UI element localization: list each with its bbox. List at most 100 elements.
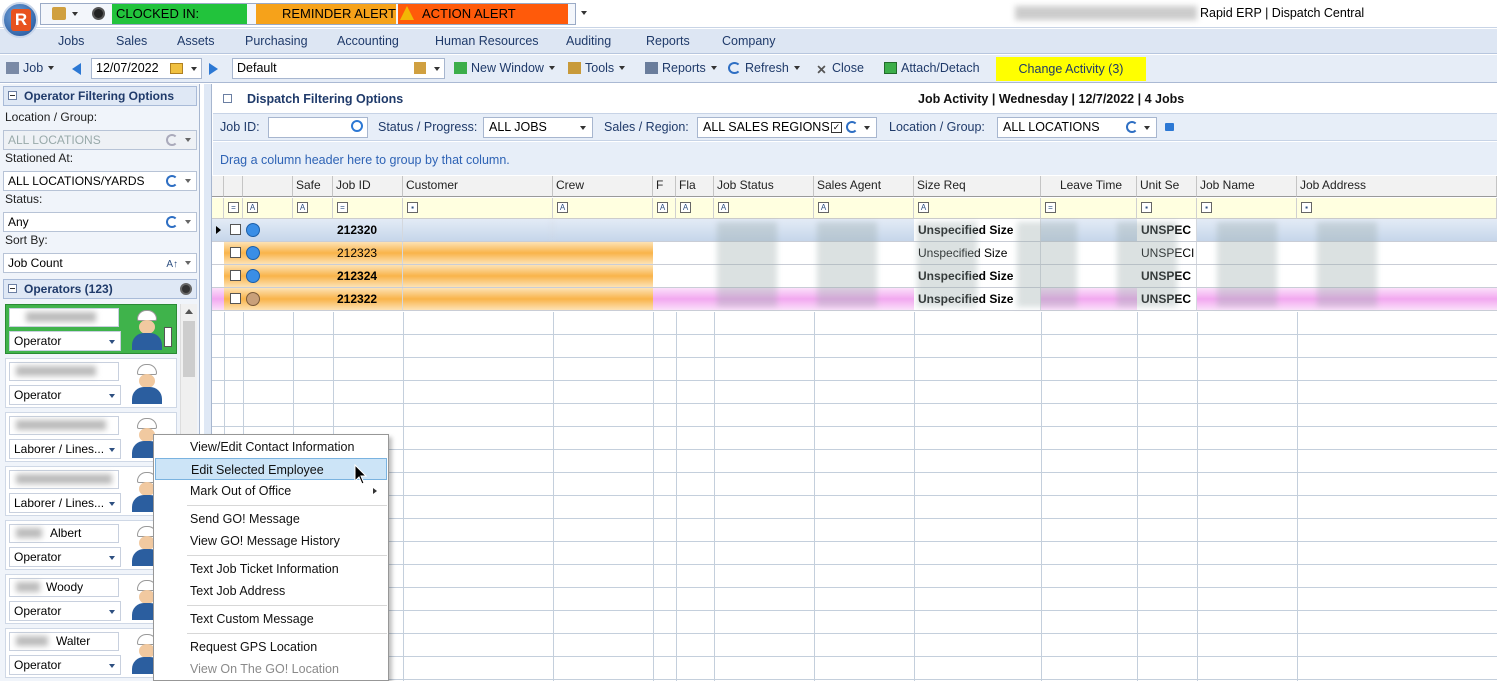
next-day-icon[interactable] <box>209 63 218 75</box>
menu-human-resources[interactable]: Human Resources <box>435 34 539 48</box>
collapse-icon[interactable] <box>8 284 17 293</box>
scroll-up-icon[interactable] <box>185 309 193 314</box>
scrollbar-thumb[interactable] <box>183 321 195 377</box>
menu-text-job-address[interactable]: Text Job Address <box>155 580 387 602</box>
row-checkbox[interactable] <box>230 247 241 258</box>
calendar-icon[interactable] <box>170 63 183 74</box>
menu-purchasing[interactable]: Purchasing <box>245 34 308 48</box>
tools-quick-icon[interactable] <box>52 7 66 20</box>
job-menu-button[interactable]: Job <box>6 61 55 75</box>
menu-accounting[interactable]: Accounting <box>337 34 399 48</box>
column-header-job-id[interactable]: Job ID <box>333 176 403 197</box>
operator-card[interactable]: Laborer / Lines... <box>5 466 177 516</box>
filter-cell[interactable]: = <box>333 198 403 219</box>
stationed-at-select[interactable]: ALL LOCATIONS/YARDS <box>3 171 197 191</box>
filter-cell[interactable]: A <box>676 198 714 219</box>
row-checkbox[interactable] <box>230 293 241 304</box>
column-header-f[interactable]: F <box>653 176 676 197</box>
menu-text-job-ticket[interactable]: Text Job Ticket Information <box>155 558 387 580</box>
operator-card[interactable]: Woody Operator <box>5 574 177 624</box>
operator-card[interactable]: Albert Operator <box>5 520 177 570</box>
close-button[interactable]: ✕ Close <box>815 61 864 76</box>
filter-cell[interactable]: A <box>553 198 653 219</box>
refresh-icon[interactable] <box>1126 121 1138 133</box>
filter-cell[interactable]: ▪ <box>1197 198 1297 219</box>
job-id-cell[interactable]: 212322 <box>333 288 403 310</box>
filter-cell[interactable]: A <box>714 198 814 219</box>
operator-role-select[interactable]: Operator <box>9 331 121 351</box>
date-picker[interactable]: 12/07/2022 <box>91 58 202 79</box>
chevron-down-icon[interactable] <box>109 664 115 668</box>
attachment-icon[interactable] <box>246 292 260 306</box>
row-checkbox[interactable] <box>230 270 241 281</box>
clocked-in-badge[interactable]: CLOCKED IN: 01:06:07 <box>112 4 247 41</box>
chevron-down-icon[interactable] <box>185 179 191 183</box>
operator-role-select[interactable]: Operator <box>9 601 121 621</box>
filter-cell[interactable]: A <box>814 198 914 219</box>
filter-cell[interactable]: A <box>653 198 676 219</box>
chevron-down-icon[interactable] <box>109 394 115 398</box>
menu-reports[interactable]: Reports <box>646 34 690 48</box>
operator-card[interactable]: Walter Operator <box>5 628 177 678</box>
collapse-icon[interactable] <box>8 91 17 100</box>
attach-detach-button[interactable]: Attach/Detach <box>884 61 980 75</box>
refresh-icon[interactable] <box>166 175 178 187</box>
layout-select[interactable]: Default <box>232 58 445 79</box>
menu-company[interactable]: Company <box>722 34 776 48</box>
action-alert-badge[interactable]: ACTION ALERT <box>398 4 568 24</box>
chevron-down-icon[interactable] <box>185 220 191 224</box>
chevron-down-icon[interactable] <box>109 610 115 614</box>
chevron-down-icon[interactable] <box>109 448 115 452</box>
chevron-down-icon[interactable] <box>109 502 115 506</box>
filter-cell[interactable]: = <box>1041 198 1137 219</box>
chevron-down-icon[interactable] <box>580 126 586 130</box>
new-window-button[interactable]: New Window <box>454 61 555 75</box>
column-header-unit[interactable]: Unit Se <box>1137 176 1197 197</box>
chevron-down-icon[interactable] <box>72 12 78 16</box>
filter-cell[interactable]: A <box>293 198 333 219</box>
chevron-down-icon[interactable] <box>185 261 191 265</box>
info-icon[interactable] <box>246 246 260 260</box>
lock-icon[interactable] <box>1165 123 1174 131</box>
refresh-icon[interactable] <box>846 121 858 133</box>
column-header-job-status[interactable]: Job Status <box>714 176 814 197</box>
operator-role-select[interactable]: Laborer / Lines... <box>9 493 121 513</box>
filter-options-icon[interactable] <box>212 198 224 219</box>
select-column-header[interactable] <box>224 176 243 197</box>
icon-column-header[interactable] <box>243 176 293 197</box>
column-header-crew[interactable]: Crew <box>553 176 653 197</box>
column-header-fla[interactable]: Fla <box>676 176 714 197</box>
job-id-cell[interactable]: 212324 <box>333 265 403 287</box>
job-id-cell[interactable]: 212323 <box>333 242 403 264</box>
grid-options-icon[interactable] <box>212 176 224 197</box>
filter-cell[interactable]: = <box>224 198 243 219</box>
sales-region-select[interactable]: ALL SALES REGIONS ✓ <box>697 117 877 138</box>
customize-dropdown-icon[interactable] <box>581 11 587 15</box>
filter-cell[interactable]: A <box>914 198 1041 219</box>
reminder-alert-badge[interactable]: REMINDER ALERT <box>256 4 396 24</box>
tools-button[interactable]: Tools <box>568 61 626 75</box>
refresh-icon[interactable] <box>166 216 178 228</box>
operator-role-select[interactable]: Operator <box>9 547 121 567</box>
column-header-customer[interactable]: Customer <box>403 176 553 197</box>
operators-header[interactable]: Operators (123) <box>3 279 197 299</box>
refresh-button[interactable]: Refresh <box>728 61 800 75</box>
filter-cell[interactable]: ▪ <box>403 198 553 219</box>
column-header-job-name[interactable]: Job Name <box>1197 176 1297 197</box>
menu-assets[interactable]: Assets <box>177 34 215 48</box>
menu-view-go-message-history[interactable]: View GO! Message History <box>155 530 387 552</box>
info-icon[interactable] <box>246 269 260 283</box>
operator-card[interactable]: Operator <box>5 358 177 408</box>
operator-role-select[interactable]: Operator <box>9 385 121 405</box>
row-checkbox[interactable] <box>230 224 241 235</box>
operator-card[interactable]: Laborer / Lines... <box>5 412 177 462</box>
operator-card[interactable]: Operator <box>5 304 177 354</box>
operator-filtering-header[interactable]: Operator Filtering Options <box>3 86 197 106</box>
clock-icon[interactable] <box>92 7 105 20</box>
menu-send-go-message[interactable]: Send GO! Message <box>155 508 387 530</box>
menu-view-edit-contact[interactable]: View/Edit Contact Information <box>155 436 387 458</box>
column-header-sales-agent[interactable]: Sales Agent <box>814 176 914 197</box>
clock-icon[interactable] <box>180 283 192 295</box>
status-select[interactable]: Any <box>3 212 197 232</box>
search-icon[interactable] <box>351 120 363 132</box>
